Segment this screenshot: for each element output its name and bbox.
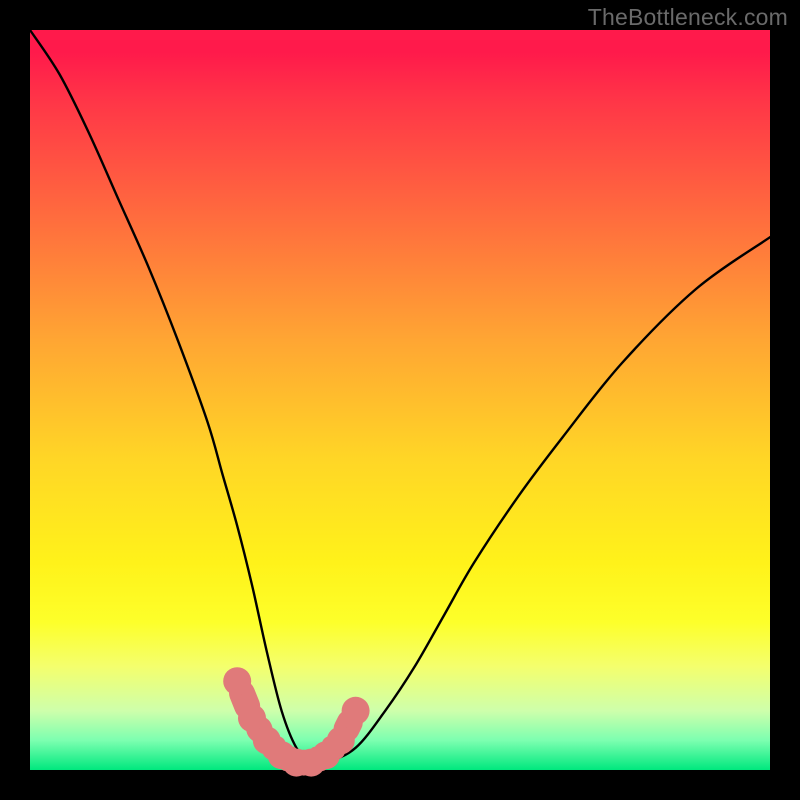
highlighted-markers: [223, 667, 369, 776]
bottleneck-curve: [30, 30, 770, 764]
chart-frame: TheBottleneck.com: [0, 0, 800, 800]
marker-point: [223, 667, 251, 695]
plot-area: [30, 30, 770, 770]
watermark-text: TheBottleneck.com: [588, 4, 788, 31]
curve-layer: [30, 30, 770, 770]
marker-point: [327, 726, 355, 754]
marker-point: [342, 697, 370, 725]
